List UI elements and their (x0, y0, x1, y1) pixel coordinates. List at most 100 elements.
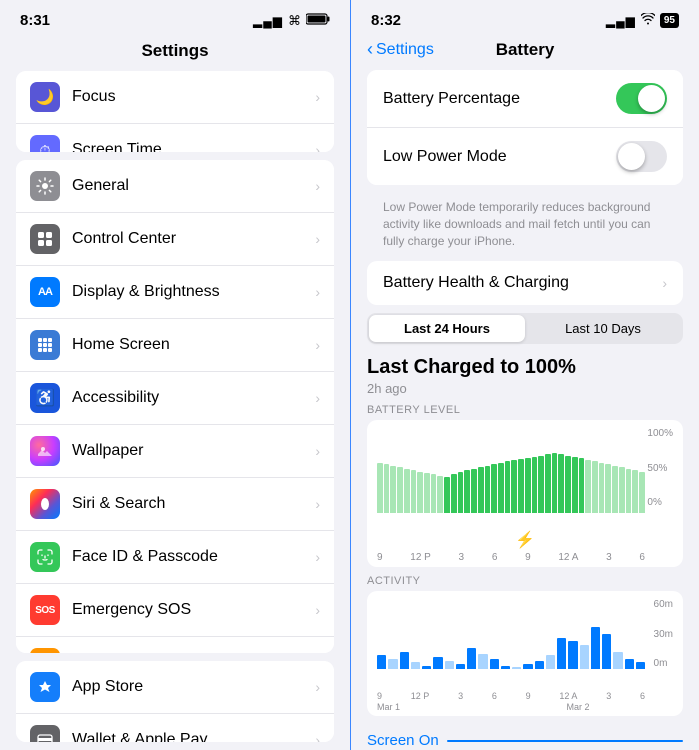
activity-bar (546, 655, 555, 669)
wallet-chevron: › (315, 732, 320, 742)
accessibility-chevron: › (315, 390, 320, 406)
left-time: 8:31 (20, 12, 50, 29)
tab-last-10-days[interactable]: Last 10 Days (525, 315, 681, 342)
left-status-bar: 8:31 ▂▄▆ ⌘ (0, 0, 350, 35)
face-id-icon (30, 542, 60, 572)
settings-item-emergency[interactable]: SOS Emergency SOS › (16, 584, 334, 637)
face-id-label: Face ID & Passcode (72, 548, 315, 566)
settings-item-face-id[interactable]: Face ID & Passcode › (16, 531, 334, 584)
wifi-icon: ⌘ (288, 13, 301, 29)
back-button[interactable]: ‹ Settings (367, 39, 434, 60)
activity-x-label: 9 (377, 691, 382, 701)
activity-bar (535, 661, 544, 669)
battery-level-label: BATTERY LEVEL (367, 404, 683, 416)
right-nav-bar: ‹ Settings Battery (351, 35, 699, 70)
settings-item-focus[interactable]: 🌙 Focus › (16, 71, 334, 124)
wallpaper-chevron: › (315, 443, 320, 459)
settings-item-wallpaper[interactable]: Wallpaper › (16, 425, 334, 478)
y-label-100: 100% (647, 428, 673, 439)
settings-item-siri[interactable]: Siri & Search › (16, 478, 334, 531)
tab-last-24-hours[interactable]: Last 24 Hours (369, 315, 525, 342)
charge-title: Last Charged to 100% (367, 356, 683, 379)
app-store-label: App Store (72, 678, 315, 696)
wallpaper-label: Wallpaper (72, 442, 315, 460)
date-mar1: Mar 1 (377, 702, 511, 712)
battery-y-labels: 100% 50% 0% (647, 428, 673, 508)
activity-bar (625, 659, 634, 670)
activity-label: ACTIVITY (367, 575, 683, 587)
siri-chevron: › (315, 496, 320, 512)
settings-item-home-screen[interactable]: Home Screen › (16, 319, 334, 372)
app-store-chevron: › (315, 679, 320, 695)
activity-x-labels: 912 P36912 A36 (377, 691, 645, 701)
battery-percentage-toggle[interactable] (616, 83, 667, 114)
activity-bar (523, 664, 532, 670)
battery-x-labels: 912 P36912 A36 (377, 552, 645, 563)
battery-x-label: 9 (525, 552, 531, 563)
activity-bar (501, 666, 510, 670)
display-chevron: › (315, 284, 320, 300)
activity-bar (557, 638, 566, 670)
activity-bar (568, 641, 577, 669)
emergency-chevron: › (315, 602, 320, 618)
app-store-icon (30, 672, 60, 702)
y-label-50: 50% (647, 463, 673, 474)
wallpaper-icon (30, 436, 60, 466)
settings-item-display[interactable]: AA Display & Brightness › (16, 266, 334, 319)
wallet-icon (30, 725, 60, 742)
activity-y-labels: 60m 30m 0m (654, 599, 673, 669)
settings-item-screen-time[interactable]: ⏱ Screen Time › (16, 124, 334, 152)
settings-item-wallet[interactable]: Wallet & Apple Pay › (16, 714, 334, 742)
battery-x-label: 3 (606, 552, 612, 563)
settings-item-exposure[interactable]: Exposure Notifications › (16, 637, 334, 652)
activity-bar (512, 667, 521, 669)
settings-item-general[interactable]: General › (16, 160, 334, 213)
battery-x-label: 3 (459, 552, 465, 563)
left-page-title: Settings (0, 35, 350, 71)
battery-chart-area: 100% 50% 0% (377, 428, 673, 528)
focus-chevron: › (315, 89, 320, 105)
activity-bar (400, 652, 409, 670)
focus-icon: 🌙 (30, 82, 60, 112)
screen-time-label: Screen Time (72, 141, 315, 152)
charge-ago: 2h ago (367, 381, 683, 396)
activity-bar (422, 666, 431, 670)
battery-x-label: 12 P (410, 552, 431, 563)
siri-label: Siri & Search (72, 495, 315, 513)
settings-group-3: App Store › Wallet & Apple Pay › (16, 661, 334, 742)
right-content: Battery Percentage Low Power Mode Low Po… (351, 70, 699, 750)
activity-bar (591, 627, 600, 669)
home-screen-label: Home Screen (72, 336, 315, 354)
battery-health-row[interactable]: Battery Health & Charging › (367, 261, 683, 305)
accessibility-label: Accessibility (72, 389, 315, 407)
low-power-mode-toggle[interactable] (616, 141, 667, 172)
display-icon: AA (30, 277, 60, 307)
battery-bars (377, 428, 645, 513)
control-center-label: Control Center (72, 230, 315, 248)
activity-x-label: 12 P (411, 691, 430, 701)
screen-on-label: Screen On (367, 732, 439, 749)
accessibility-icon: ♿ (30, 383, 60, 413)
settings-item-control-center[interactable]: Control Center › (16, 213, 334, 266)
activity-chart: 60m 30m 0m 912 P36912 A36 Mar 1 Mar 2 (367, 591, 683, 716)
battery-x-label: 9 (377, 552, 383, 563)
settings-group-1: 🌙 Focus › ⏱ Screen Time › (16, 71, 334, 152)
home-screen-icon (30, 330, 60, 360)
date-labels: Mar 1 Mar 2 (377, 701, 645, 712)
settings-item-app-store[interactable]: App Store › (16, 661, 334, 714)
battery-toggles-group: Battery Percentage Low Power Mode (367, 70, 683, 185)
battery-health-group: Battery Health & Charging › (367, 261, 683, 305)
battery-percent-badge: 95 (660, 13, 679, 28)
act-y-30: 30m (654, 629, 673, 640)
home-screen-chevron: › (315, 337, 320, 353)
emergency-icon: SOS (30, 595, 60, 625)
activity-bar (456, 664, 465, 670)
activity-bar (467, 648, 476, 669)
battery-level-chart: 100% 50% 0% ⚡ 912 P36912 A36 (367, 420, 683, 567)
low-power-mode-label: Low Power Mode (383, 148, 507, 166)
battery-percentage-row: Battery Percentage (367, 70, 683, 128)
activity-chart-area: 60m 30m 0m (377, 599, 673, 689)
right-panel: 8:32 ▂▄▆ 95 ‹ Settings Battery (350, 0, 699, 750)
settings-item-accessibility[interactable]: ♿ Accessibility › (16, 372, 334, 425)
activity-bar (602, 634, 611, 669)
